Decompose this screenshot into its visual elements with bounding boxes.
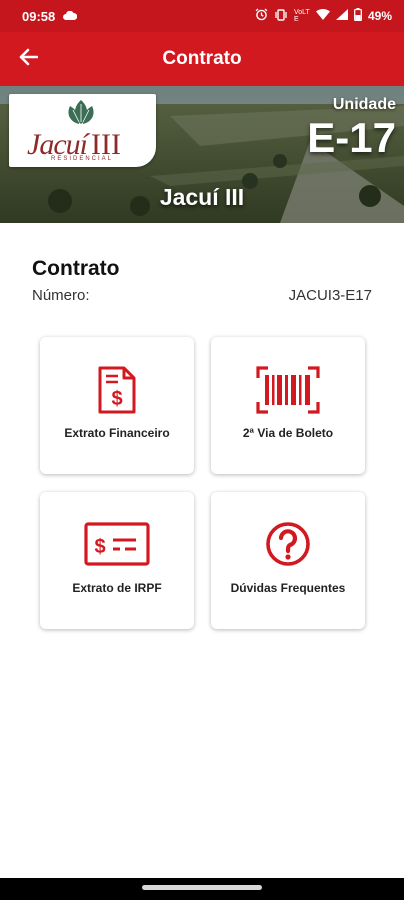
section-title: Contrato: [32, 257, 120, 280]
question-circle-icon: [264, 520, 312, 573]
card-extrato-financeiro[interactable]: $ Extrato Financeiro: [40, 337, 194, 474]
card-duvidas-frequentes[interactable]: Dúvidas Frequentes: [211, 492, 365, 629]
card-label: Extrato de IRPF: [72, 581, 162, 595]
back-button[interactable]: [0, 32, 56, 86]
numero-label: Número:: [32, 287, 90, 304]
hero-banner: Jacuí III RESIDENCIAL Unidade E-17 Jacuí…: [0, 86, 404, 223]
svg-text:$: $: [111, 388, 122, 410]
signal-icon: [335, 9, 348, 23]
volte-label: VoLTE: [293, 9, 310, 23]
content-area: Contrato Número: JACUI3-E17 $ Extrato Fi…: [0, 223, 404, 878]
barcode-icon: [255, 365, 321, 420]
card-extrato-irpf[interactable]: $ Extrato de IRPF: [40, 492, 194, 629]
home-gesture-handle[interactable]: [142, 885, 262, 890]
card-label: Dúvidas Frequentes: [230, 581, 346, 595]
development-name: Jacuí III: [159, 184, 245, 210]
card-segunda-via-boleto[interactable]: 2ª Via de Boleto: [211, 337, 365, 474]
arrow-left-icon: [18, 48, 39, 71]
invoice-dollar-icon: $: [97, 365, 137, 420]
svg-text:$: $: [94, 536, 105, 558]
numero-value: JACUI3-E17: [288, 287, 372, 304]
page-title: Contrato: [162, 48, 242, 69]
leaf-icon: [68, 100, 94, 124]
unidade-value: E-17: [307, 114, 396, 161]
battery-icon: [354, 8, 362, 24]
status-time: 09:58: [22, 8, 56, 24]
cloud-icon: [63, 9, 78, 24]
status-bar: 09:58 VoLTE 49%: [0, 0, 404, 32]
navigation-bar: [0, 878, 404, 900]
check-dollar-icon: $: [84, 520, 150, 573]
battery-percent: 49%: [367, 9, 392, 23]
app-bar: Contrato: [0, 32, 404, 86]
status-icons: VoLTE 49%: [255, 8, 392, 24]
card-label: 2ª Via de Boleto: [242, 426, 334, 440]
vibrate-icon: [274, 8, 288, 24]
card-label: Extrato Financeiro: [64, 426, 170, 440]
logo-subtitle: RESIDENCIAL: [51, 156, 114, 162]
alarm-icon: [255, 8, 268, 24]
unidade-label: Unidade: [332, 96, 396, 113]
wifi-icon: [315, 8, 330, 23]
logo: Jacuí III RESIDENCIAL: [9, 94, 156, 167]
